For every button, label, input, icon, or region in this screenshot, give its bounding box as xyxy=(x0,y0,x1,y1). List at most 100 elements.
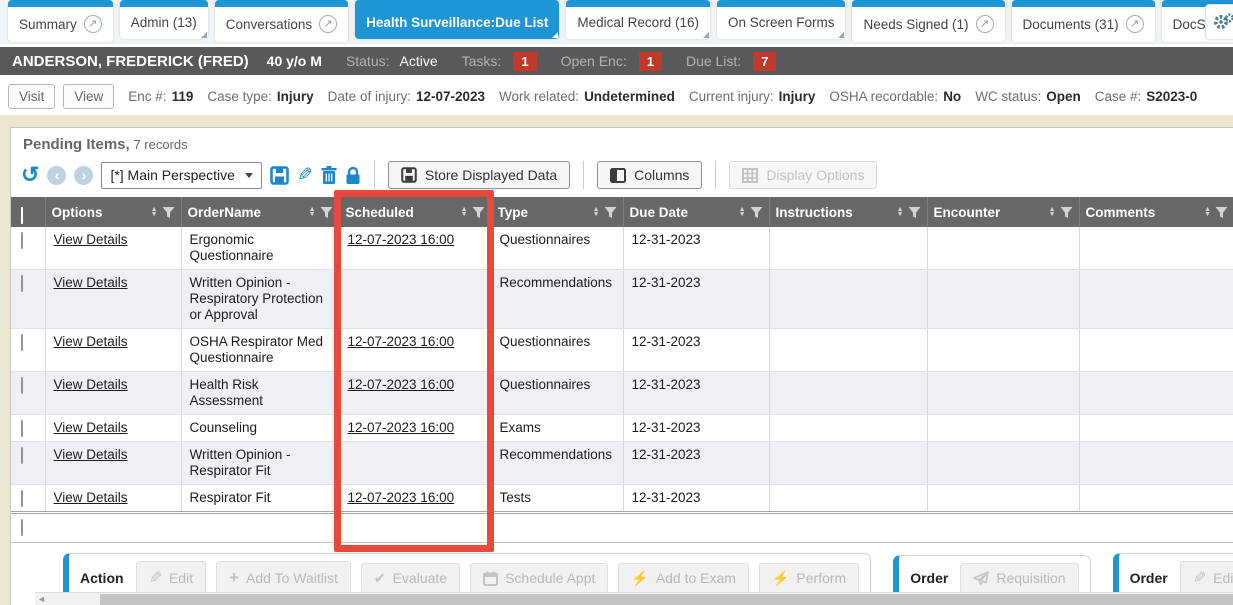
lightning-icon: ⚡ xyxy=(772,570,789,587)
row-checkbox[interactable] xyxy=(21,420,23,437)
tab-label: Medical Record (16) xyxy=(577,15,699,30)
grid-toolbar: ↺ ‹ › [*] Main Perspective ✎ Store Displ… xyxy=(11,157,1233,197)
comments-cell xyxy=(1079,270,1233,329)
undo-icon[interactable]: ↺ xyxy=(21,165,39,185)
tab-medical-record[interactable]: Medical Record (16) xyxy=(566,0,710,39)
filter-icon[interactable] xyxy=(750,206,763,219)
view-details-link[interactable]: View Details xyxy=(54,447,128,462)
view-details-link[interactable]: View Details xyxy=(54,232,128,247)
tab-summary[interactable]: Summary ↗ xyxy=(8,0,113,42)
sort-icon[interactable]: ▲▼ xyxy=(461,207,468,218)
popout-icon[interactable]: ↗ xyxy=(976,15,994,33)
scheduled-link[interactable]: 12-07-2023 16:00 xyxy=(348,377,455,392)
delete-perspective-icon[interactable] xyxy=(321,166,337,185)
osha-recordable-field: OSHA recordable: No xyxy=(829,89,961,104)
tab-health-surveillance-due-list[interactable]: Health Surveillance:Due List xyxy=(355,0,559,39)
scroll-left-icon[interactable]: ◄ xyxy=(37,593,46,605)
scrollbar-thumb[interactable] xyxy=(100,594,1233,605)
sort-icon[interactable]: ▲▼ xyxy=(593,207,600,218)
order-name-cell: Ergonomic Questionnaire xyxy=(181,227,339,270)
record-count: 7 records xyxy=(133,137,187,152)
scheduled-link[interactable]: 12-07-2023 16:00 xyxy=(348,420,455,435)
row-checkbox[interactable] xyxy=(21,447,23,464)
grid-icon xyxy=(742,168,758,183)
col-header-comments: Comments ▲▼ xyxy=(1079,197,1233,227)
view-details-link[interactable]: View Details xyxy=(54,377,128,392)
display-options-button: Display Options xyxy=(729,161,877,189)
view-details-link[interactable]: View Details xyxy=(54,490,128,505)
col-header-scheduled: Scheduled ▲▼ xyxy=(339,197,491,227)
footer-checkbox[interactable] xyxy=(21,519,23,536)
tasks-label: Tasks: xyxy=(462,53,502,69)
table-row: View Details Ergonomic Questionnaire 12-… xyxy=(11,227,1233,270)
row-checkbox[interactable] xyxy=(21,490,23,507)
select-all-checkbox[interactable] xyxy=(21,207,23,224)
view-button[interactable]: View xyxy=(63,84,114,109)
filter-icon[interactable] xyxy=(472,206,485,219)
back-icon[interactable]: ‹ xyxy=(47,166,66,185)
case-info-bar: Visit View Enc #: 119 Case type: Injury … xyxy=(0,78,1233,115)
encounter-cell xyxy=(927,485,1079,513)
date-of-injury-field: Date of injury: 12-07-2023 xyxy=(328,89,485,104)
lock-perspective-icon[interactable] xyxy=(345,166,361,185)
visit-button[interactable]: Visit xyxy=(8,84,55,109)
filter-icon[interactable] xyxy=(1215,206,1228,219)
case-number-field: Case #: S2023-0 xyxy=(1095,89,1198,104)
type-cell: Exams xyxy=(491,415,623,442)
filter-icon[interactable] xyxy=(320,206,333,219)
popout-icon[interactable]: ↗ xyxy=(1126,15,1144,33)
type-cell: Questionnaires xyxy=(491,329,623,372)
store-displayed-data-button[interactable]: Store Displayed Data xyxy=(388,161,570,189)
due-date-cell: 12-31-2023 xyxy=(623,270,769,329)
tab-needs-signed[interactable]: Needs Signed (1) ↗ xyxy=(852,0,1004,42)
scheduled-link[interactable]: 12-07-2023 16:00 xyxy=(348,334,455,349)
sort-icon[interactable]: ▲▼ xyxy=(309,207,316,218)
view-details-link[interactable]: View Details xyxy=(54,420,128,435)
scheduled-link[interactable]: 12-07-2023 16:00 xyxy=(348,232,455,247)
popout-icon[interactable]: ↗ xyxy=(319,15,337,33)
instructions-cell xyxy=(769,485,927,513)
filter-icon[interactable] xyxy=(1060,206,1073,219)
sort-icon[interactable]: ▲▼ xyxy=(897,207,904,218)
view-details-link[interactable]: View Details xyxy=(54,275,128,290)
view-details-link[interactable]: View Details xyxy=(54,334,128,349)
scheduled-link[interactable]: 12-07-2023 16:00 xyxy=(348,490,455,505)
row-checkbox[interactable] xyxy=(21,275,23,292)
open-enc-count-badge[interactable]: 1 xyxy=(639,52,662,71)
sort-icon[interactable]: ▲▼ xyxy=(1049,207,1056,218)
tab-conversations[interactable]: Conversations ↗ xyxy=(215,0,348,42)
sort-icon[interactable]: ▲▼ xyxy=(151,207,158,218)
order-group-label: Order xyxy=(1130,570,1168,586)
tab-bar: Summary ↗ Admin (13) Conversations ↗ Hea… xyxy=(0,0,1233,44)
save-perspective-icon[interactable] xyxy=(270,166,289,185)
table-row: View Details OSHA Respirator Med Questio… xyxy=(11,329,1233,372)
action-group-label: Action xyxy=(80,570,124,586)
columns-button[interactable]: Columns xyxy=(597,161,702,189)
popout-icon[interactable]: ↗ xyxy=(84,15,102,33)
row-checkbox[interactable] xyxy=(21,232,23,249)
tasks-count-badge[interactable]: 1 xyxy=(513,52,536,71)
filter-icon[interactable] xyxy=(908,206,921,219)
status-label: Status: xyxy=(346,53,390,69)
tab-on-screen-forms[interactable]: On Screen Forms xyxy=(717,0,846,39)
edit-perspective-icon[interactable]: ✎ xyxy=(297,164,313,187)
sort-icon[interactable]: ▲▼ xyxy=(1204,207,1211,218)
due-list-count-badge[interactable]: 7 xyxy=(753,52,776,71)
tab-documents[interactable]: Documents (31) ↗ xyxy=(1012,0,1155,42)
filter-icon[interactable] xyxy=(604,206,617,219)
sort-icon[interactable]: ▲▼ xyxy=(739,207,746,218)
settings-button[interactable] xyxy=(1205,4,1233,40)
type-cell: Tests xyxy=(491,485,623,513)
horizontal-scrollbar[interactable]: ◄ xyxy=(35,592,1233,605)
row-checkbox[interactable] xyxy=(21,334,23,351)
row-checkbox[interactable] xyxy=(21,377,23,394)
save-icon xyxy=(401,167,417,183)
perspective-dropdown[interactable]: [*] Main Perspective xyxy=(101,162,262,189)
encounter-cell xyxy=(927,442,1079,485)
encounter-cell xyxy=(927,270,1079,329)
paper-plane-icon xyxy=(973,571,989,586)
comments-cell xyxy=(1079,415,1233,442)
forward-icon[interactable]: › xyxy=(74,166,93,185)
filter-icon[interactable] xyxy=(162,206,175,219)
tab-admin[interactable]: Admin (13) xyxy=(120,0,208,39)
